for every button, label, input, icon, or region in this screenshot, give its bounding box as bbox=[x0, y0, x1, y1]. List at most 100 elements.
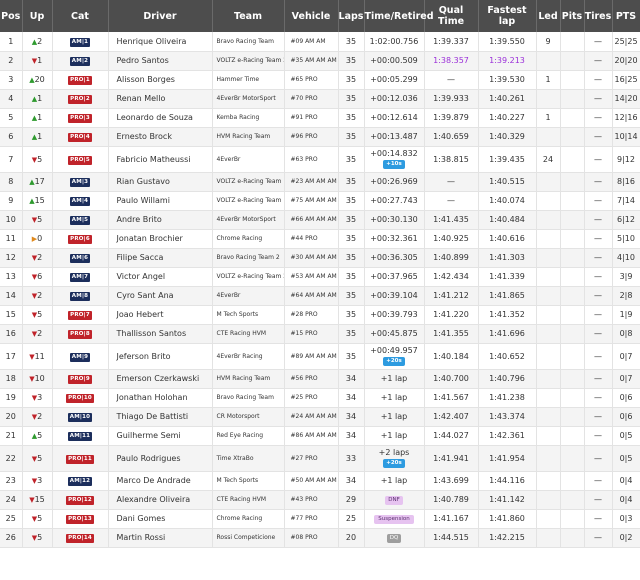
header-pts[interactable]: PTS bbox=[612, 0, 640, 32]
cell-laps: 35 bbox=[338, 210, 365, 230]
cell-team: Kemba Racing bbox=[212, 108, 285, 128]
table-row[interactable]: 21 ▲5 AM|11 Guilherme Semi Red Eye Racing #86… bbox=[0, 426, 640, 446]
table-row[interactable]: 19 ▼3 PRO|10 Jonathan Holohan Bravo Racing T… bbox=[0, 388, 640, 408]
header-fastest-lap[interactable]: Fastest lap bbox=[478, 0, 537, 32]
position-change: 3 bbox=[37, 476, 43, 485]
cell-laps: 29 bbox=[338, 490, 365, 510]
header-tires[interactable]: Tires bbox=[584, 0, 613, 32]
cell-team: Rossi Competicione bbox=[212, 528, 285, 548]
cell-laps: 25 bbox=[338, 509, 365, 529]
header-laps[interactable]: Laps bbox=[338, 0, 365, 32]
cell-team: Bravo Racing Team 2 bbox=[212, 248, 285, 268]
table-row[interactable]: 14 ▼2 AM|8 Cyro Sant Ana 4EverBr #64 AM AM AM… bbox=[0, 286, 640, 306]
laps-count: 35 bbox=[345, 329, 357, 338]
category-badge: PRO|9 bbox=[68, 375, 92, 384]
position-number: 12 bbox=[5, 253, 16, 262]
position-number: 17 bbox=[5, 351, 16, 361]
category-rank: 7 bbox=[84, 274, 89, 280]
table-row[interactable]: 7 ▼5 PRO|5 Fabricio Matheussi 4EverBr #63 PRO… bbox=[0, 146, 640, 173]
cell-team: M Tech Sports bbox=[212, 471, 285, 491]
cell-vehicle: #89 AM AM AM bbox=[284, 343, 339, 370]
header-cat[interactable]: Cat bbox=[52, 0, 109, 32]
cell-cat: AM|3 bbox=[52, 172, 109, 192]
qual-time: — bbox=[447, 196, 455, 205]
time-value: +00:37.965 bbox=[370, 272, 418, 281]
header-vehicle[interactable]: Vehicle bbox=[284, 0, 339, 32]
cell-qual: 1:40.789 bbox=[424, 490, 479, 510]
driver-name: Joao Hebert bbox=[116, 310, 164, 319]
cell-driver: Emerson Czerkawski bbox=[108, 369, 213, 389]
category-badge: PRO|11 bbox=[66, 454, 94, 464]
cell-led bbox=[536, 172, 561, 192]
table-row[interactable]: 18 ▼10 PRO|9 Emerson Czerkawski HVM Racing T… bbox=[0, 369, 640, 389]
qual-time: 1:40.789 bbox=[433, 495, 469, 504]
points-value: 0|4 bbox=[619, 476, 633, 485]
tires-value: — bbox=[594, 75, 602, 84]
cell-team: 4EverBr bbox=[212, 146, 285, 173]
team-name: Bravo Racing Team 2 bbox=[216, 254, 280, 261]
position-change: 2 bbox=[37, 36, 43, 46]
table-row[interactable]: 4 ▲1 PRO|2 Renan Mello 4EverBr MotorSport #70… bbox=[0, 89, 640, 109]
header-up[interactable]: Up bbox=[22, 0, 53, 32]
fastest-lap: 1:41.696 bbox=[489, 329, 525, 338]
position-number: 5 bbox=[8, 113, 14, 122]
cell-cat: PRO|13 bbox=[52, 509, 109, 529]
table-row[interactable]: 8 ▲17 AM|3 Rian Gustavo VOLTZ e-Racing Team #… bbox=[0, 172, 640, 192]
table-row[interactable]: 24 ▼15 PRO|12 Alexandre Oliveira CTE Racing … bbox=[0, 490, 640, 510]
category-badge: AM|5 bbox=[69, 216, 91, 225]
table-row[interactable]: 9 ▲15 AM|4 Paulo Willami VOLTZ e-Racing Team… bbox=[0, 191, 640, 211]
qual-time: 1:44.515 bbox=[433, 533, 469, 542]
cell-vehicle: #44 PRO bbox=[284, 229, 339, 249]
tires-value: — bbox=[594, 291, 602, 300]
header-led[interactable]: Led bbox=[536, 0, 561, 32]
cell-time: +1 lap bbox=[364, 369, 425, 389]
cell-team: VOLTZ e-Racing Team bbox=[212, 172, 285, 192]
cell-tires: — bbox=[584, 343, 613, 370]
header-pits[interactable]: Pits bbox=[560, 0, 585, 32]
table-row[interactable]: 10 ▼5 AM|5 Andre Brito 4EverBr MotorSport #66… bbox=[0, 210, 640, 230]
table-row[interactable]: 16 ▼2 PRO|8 Thallisson Santos CTE Racing HVM… bbox=[0, 324, 640, 344]
table-row[interactable]: 23 ▼3 AM|12 Marco De Andrade M Tech Sports #5… bbox=[0, 471, 640, 491]
points-value: 8|16 bbox=[617, 177, 635, 186]
table-row[interactable]: 3 ▲20 PRO|1 Alisson Borges Hammer Time #65 PR… bbox=[0, 70, 640, 90]
cell-tires: — bbox=[584, 528, 613, 548]
cell-tires: — bbox=[584, 89, 613, 109]
header-driver[interactable]: Driver bbox=[108, 0, 213, 32]
table-row[interactable]: 5 ▲1 PRO|3 Leonardo de Souza Kemba Racing #91… bbox=[0, 108, 640, 128]
header-team[interactable]: Team bbox=[212, 0, 285, 32]
cell-laps: 35 bbox=[338, 229, 365, 249]
table-row[interactable]: 26 ▼5 PRO|14 Martin Rossi Rossi Competicione… bbox=[0, 528, 640, 548]
table-row[interactable]: 6 ▲1 PRO|4 Ernesto Brock HVM Racing Team #96 … bbox=[0, 127, 640, 147]
cell-led bbox=[536, 528, 561, 548]
cell-pits bbox=[560, 229, 585, 249]
cell-pts: 14|20 bbox=[612, 89, 640, 109]
table-row[interactable]: 2 ▼1 AM|2 Pedro Santos VOLTZ e-Racing Team 2… bbox=[0, 51, 640, 71]
table-row[interactable]: 12 ▼2 AM|6 Filipe Sacca Bravo Racing Team 2 #… bbox=[0, 248, 640, 268]
table-row[interactable]: 1 ▲2 AM|1 Henrique Oliveira Bravo Racing Tea… bbox=[0, 32, 640, 52]
header-time-retired[interactable]: Time/Retired bbox=[364, 0, 434, 32]
table-row[interactable]: 13 ▼6 AM|7 Victor Angel VOLTZ e-Racing Team … bbox=[0, 267, 640, 287]
cell-cat: PRO|11 bbox=[52, 445, 109, 472]
cell-laps: 35 bbox=[338, 191, 365, 211]
cell-time: 1:02:00.756 bbox=[364, 32, 425, 52]
cell-time: +00:32.361 bbox=[364, 229, 425, 249]
driver-name: Pedro Santos bbox=[116, 56, 169, 65]
table-row[interactable]: 22 ▼5 PRO|11 Paulo Rodrigues Time XtraBo #27 … bbox=[0, 445, 640, 472]
vehicle-name: #77 PRO bbox=[290, 515, 318, 522]
time-value: 1:02:00.756 bbox=[369, 36, 419, 46]
table-row[interactable]: 25 ▼5 PRO|13 Dani Gomes Chrome Racing #77 PRO… bbox=[0, 509, 640, 529]
cell-tires: — bbox=[584, 324, 613, 344]
fastest-lap: 1:41.339 bbox=[489, 272, 525, 281]
fastest-lap: 1:39.213 bbox=[489, 56, 525, 65]
points-value: 0|7 bbox=[619, 374, 633, 383]
table-row[interactable]: 20 ▼2 AM|10 Thiago De Battisti CR Motorsport… bbox=[0, 407, 640, 427]
category-rank: 9 bbox=[85, 376, 90, 382]
team-name: CTE Racing HVM bbox=[216, 496, 267, 503]
header-pos[interactable]: Pos bbox=[0, 0, 23, 32]
driver-name: Ernesto Brock bbox=[116, 132, 172, 141]
table-row[interactable]: 11 ▶0 PRO|6 Jonatan Brochier Chrome Racing #4… bbox=[0, 229, 640, 249]
cell-cat: AM|5 bbox=[52, 210, 109, 230]
cell-driver: Renan Mello bbox=[108, 89, 213, 109]
table-row[interactable]: 17 ▼11 AM|9 Jeferson Brito 4EverBr Racing #89… bbox=[0, 343, 640, 370]
table-row[interactable]: 15 ▼5 PRO|7 Joao Hebert M Tech Sports #28 PRO… bbox=[0, 305, 640, 325]
